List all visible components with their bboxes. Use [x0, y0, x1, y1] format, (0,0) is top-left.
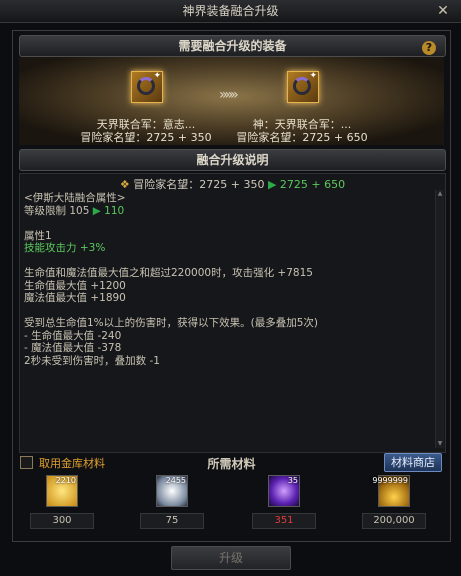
material-shop-button[interactable]: 材料商店	[384, 453, 442, 472]
source-equipment-icon[interactable]: ✦	[131, 71, 163, 103]
window-titlebar: 神界装备融合升级 ✕	[0, 0, 461, 23]
equipment-upgrade-area: ✦ »»» ✦ 天界联合军：意志... 冒险家名望：2725 + 350 神：天…	[19, 57, 444, 145]
yellow-gem-icon[interactable]: 2210	[46, 475, 78, 507]
upgrade-panel: 需要融合升级的装备 ? ✦ »»» ✦ 天界联合军：意志... 冒险家名望：27…	[12, 30, 451, 542]
material-stock-count: 2455	[165, 476, 186, 485]
damage-mp-line: - 魔法值最大值 -378	[24, 342, 122, 354]
equipment-emblem-icon	[293, 77, 311, 95]
material-required-qty: 75	[140, 513, 204, 529]
fame-arrow-icon: ▶	[267, 178, 277, 191]
upgrade-description-title: 融合升级说明	[196, 153, 269, 167]
description-scrollbar[interactable]: ▲ ▼	[435, 190, 444, 448]
stack-line: 2秒未受到伤害时，叠加数 -1	[24, 354, 160, 367]
upgrade-button[interactable]: 升级	[171, 546, 291, 570]
upgrade-description-header: 融合升级说明	[19, 149, 446, 171]
hpmp-line: 生命值和魔法值最大值之和超过220000时，攻击强化 +7815	[24, 267, 313, 279]
equipment-emblem-icon	[137, 77, 155, 95]
material-stock-count: 9999999	[372, 476, 408, 485]
description-box: ❖ 冒险家名望：2725 + 350 ▶ 2725 + 650 <伊斯大陆融合属…	[19, 173, 446, 453]
level-arrow-icon: ▶	[92, 204, 101, 217]
source-equipment-fame: 冒险家名望：2725 + 350	[80, 131, 212, 144]
materials-header-row: 取用金库材料 所需材料 材料商店	[13, 453, 450, 472]
scroll-up-icon[interactable]: ▲	[436, 190, 444, 198]
attr1-title: 属性1	[24, 229, 52, 242]
fame-current: 冒险家名望：2725 + 350	[133, 178, 265, 191]
star-icon: ✦	[153, 71, 161, 81]
attr-title: <伊斯大陆融合属性>	[24, 192, 126, 204]
mp-line: 魔法值最大值 +1890	[24, 292, 126, 304]
required-equipment-header: 需要融合升级的装备 ?	[19, 35, 446, 57]
level-limit-new: 110	[104, 204, 125, 217]
help-icon[interactable]: ?	[422, 41, 436, 55]
gold-coins-icon[interactable]: 9999999	[372, 475, 410, 507]
material-required-qty: 300	[30, 513, 94, 529]
damage-line: 受到总生命值1%以上的伤害时，获得以下效果。(最多叠加5次)	[24, 317, 319, 329]
attr1-value: 技能攻击力 +3%	[24, 242, 106, 254]
window-title: 神界装备融合升级	[182, 4, 279, 18]
close-icon[interactable]: ✕	[435, 3, 451, 19]
hp-line: 生命值最大值 +1200	[24, 279, 126, 292]
target-equipment-icon[interactable]: ✦	[287, 71, 319, 103]
target-equipment-fame: 冒险家名望：2725 + 650	[236, 131, 368, 144]
material-stock-count: 35	[287, 476, 298, 485]
description-text: <伊斯大陆融合属性> 等级限制 105 ▶ 110 属性1 技能攻击力 +3% …	[24, 192, 429, 367]
material-item[interactable]: 35 351	[251, 475, 317, 529]
material-stock-count: 2210	[55, 476, 76, 485]
fame-icon: ❖	[119, 178, 130, 191]
material-item[interactable]: 2210 300	[29, 475, 95, 529]
scroll-down-icon[interactable]: ▼	[436, 440, 444, 448]
upgrade-arrow-icon: »»»	[219, 87, 239, 103]
fame-change-line: ❖ 冒险家名望：2725 + 350 ▶ 2725 + 650	[20, 176, 445, 192]
fame-new-value: 2725 + 650	[279, 178, 346, 191]
material-item[interactable]: 2455 75	[139, 475, 205, 529]
purple-orb-icon[interactable]: 35	[268, 475, 300, 507]
material-item[interactable]: 9999999 200,000	[361, 475, 427, 529]
material-required-qty: 351	[252, 513, 316, 529]
material-required-qty: 200,000	[362, 513, 426, 529]
level-limit-label: 等级限制 105	[24, 204, 90, 217]
white-orb-icon[interactable]: 2455	[156, 475, 188, 507]
required-equipment-title: 需要融合升级的装备	[178, 39, 287, 53]
level-limit-line: 等级限制 105 ▶ 110	[24, 205, 429, 218]
star-icon: ✦	[309, 71, 317, 81]
damage-hp-line: - 生命值最大值 -240	[24, 329, 122, 342]
